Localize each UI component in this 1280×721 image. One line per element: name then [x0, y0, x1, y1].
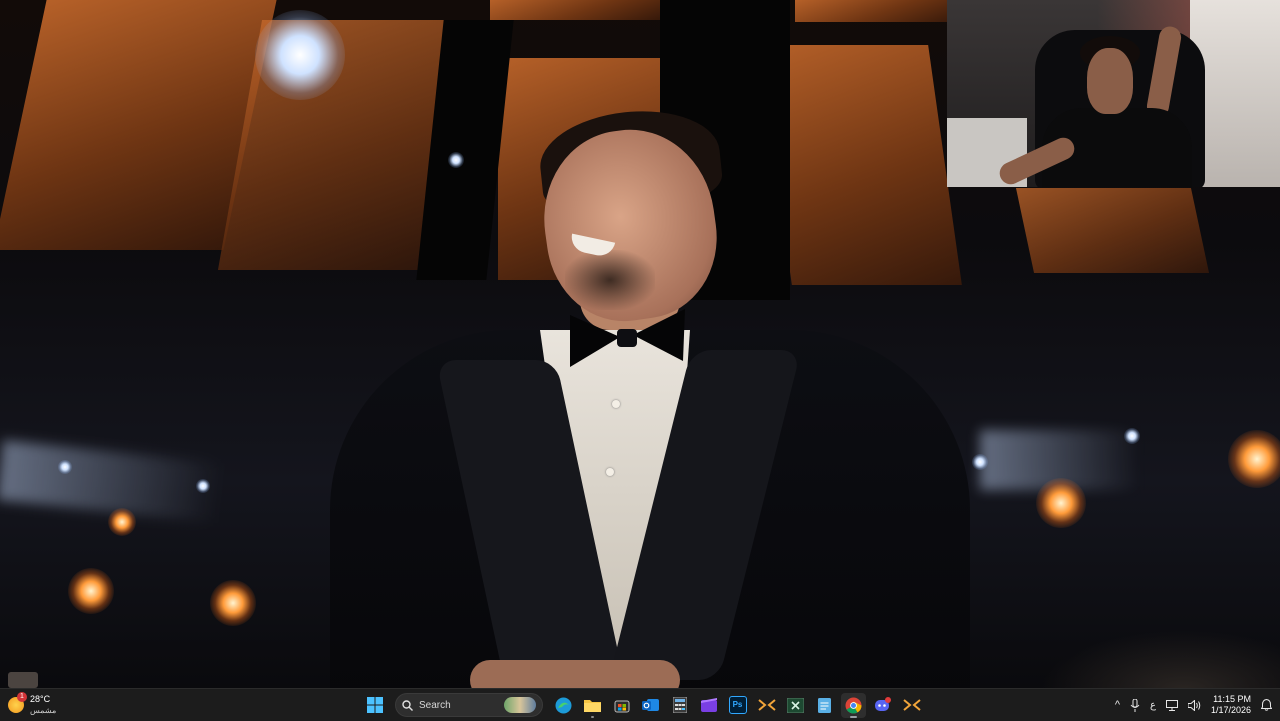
taskbar-app-calculator[interactable] [667, 693, 692, 718]
outlook-icon [642, 699, 659, 711]
store-icon [614, 700, 629, 713]
weather-temperature: 28°C [30, 694, 51, 704]
sunny-weather-icon: 1 [8, 692, 27, 713]
taskbar-app-excel[interactable] [783, 693, 808, 718]
discord-icon [874, 697, 891, 711]
taskbar-clock[interactable]: 11:15 PM 1/17/2026 [1211, 694, 1251, 716]
taskbar-app-photoshop[interactable]: Ps [725, 693, 750, 718]
taskbar-app-file-explorer[interactable] [580, 693, 605, 718]
webcam-overlay [947, 0, 1280, 187]
shirt-button [606, 468, 614, 476]
stage-light [210, 580, 256, 626]
audience [1040, 630, 1280, 688]
video-editor-icon [700, 698, 717, 712]
stage-light [972, 454, 988, 470]
taskbar-app-outlook[interactable] [638, 693, 663, 718]
hands [470, 660, 680, 688]
taskbar-app-arrows-2[interactable] [899, 693, 924, 718]
windows-logo-icon [366, 697, 383, 713]
chrome-icon [845, 697, 862, 713]
search-box[interactable]: Search [395, 693, 543, 717]
notepad-icon [818, 698, 831, 713]
taskbar-app-clipchamp[interactable] [696, 693, 721, 718]
stage-light [108, 508, 136, 536]
stage-light [58, 460, 72, 474]
arrows-app-icon [757, 699, 776, 711]
tray-overflow-chevron[interactable]: ^ [1115, 699, 1120, 711]
clock-time: 11:15 PM [1213, 694, 1251, 704]
taskbar-app-discord[interactable] [870, 693, 895, 718]
notification-badge: 1 [17, 692, 27, 702]
system-tray: ^ ع 11:15 PM 1/17/2026 [1115, 691, 1272, 719]
folder-icon [584, 700, 601, 712]
search-icon [402, 699, 413, 711]
speaker-icon[interactable] [1187, 699, 1201, 711]
ceiling-panel [1015, 188, 1210, 273]
start-button[interactable] [362, 693, 387, 718]
taskbar-apps: Search Ps [362, 692, 924, 718]
stage-light [1036, 478, 1086, 528]
corner-thumbnail [8, 672, 38, 688]
notification-bell-icon[interactable] [1261, 699, 1272, 711]
search-placeholder: Search [419, 699, 451, 711]
photoshop-icon: Ps [728, 696, 747, 714]
taskbar-app-edge[interactable] [551, 693, 576, 718]
edge-browser-icon [555, 697, 572, 713]
weather-widget[interactable]: 1 28°C مشمس [8, 691, 56, 719]
microphone-icon[interactable] [1130, 698, 1140, 712]
taskbar-app-store[interactable] [609, 693, 634, 718]
stage-light [1124, 428, 1140, 444]
taskbar-app-notepad[interactable] [812, 693, 837, 718]
stage-light [255, 10, 345, 100]
beard [565, 250, 655, 310]
arrows-app-icon [902, 699, 921, 711]
windows-taskbar: 1 28°C مشمس Search Ps ^ ع 11:15 PM 1/17/… [0, 688, 1280, 721]
clock-date: 1/17/2026 [1210, 705, 1251, 715]
shirt-button [612, 400, 620, 408]
calculator-icon [672, 697, 687, 713]
ceiling-panel [490, 0, 660, 20]
weather-condition: مشمس [30, 706, 57, 715]
input-language[interactable]: ع [1150, 700, 1156, 711]
stage-light [196, 479, 210, 493]
photoshop-label: Ps [732, 700, 743, 709]
stage-light [1228, 430, 1280, 488]
streamer-face [1087, 48, 1133, 114]
excel-icon [787, 697, 804, 713]
stage-light [68, 568, 114, 614]
taskbar-app-arrows[interactable] [754, 693, 779, 718]
network-icon[interactable] [1165, 699, 1178, 711]
light-beam [0, 440, 222, 523]
ceiling-panel [795, 0, 955, 22]
search-highlight-image [504, 697, 536, 713]
taskbar-app-chrome[interactable] [841, 692, 866, 718]
stage-light [448, 152, 464, 168]
